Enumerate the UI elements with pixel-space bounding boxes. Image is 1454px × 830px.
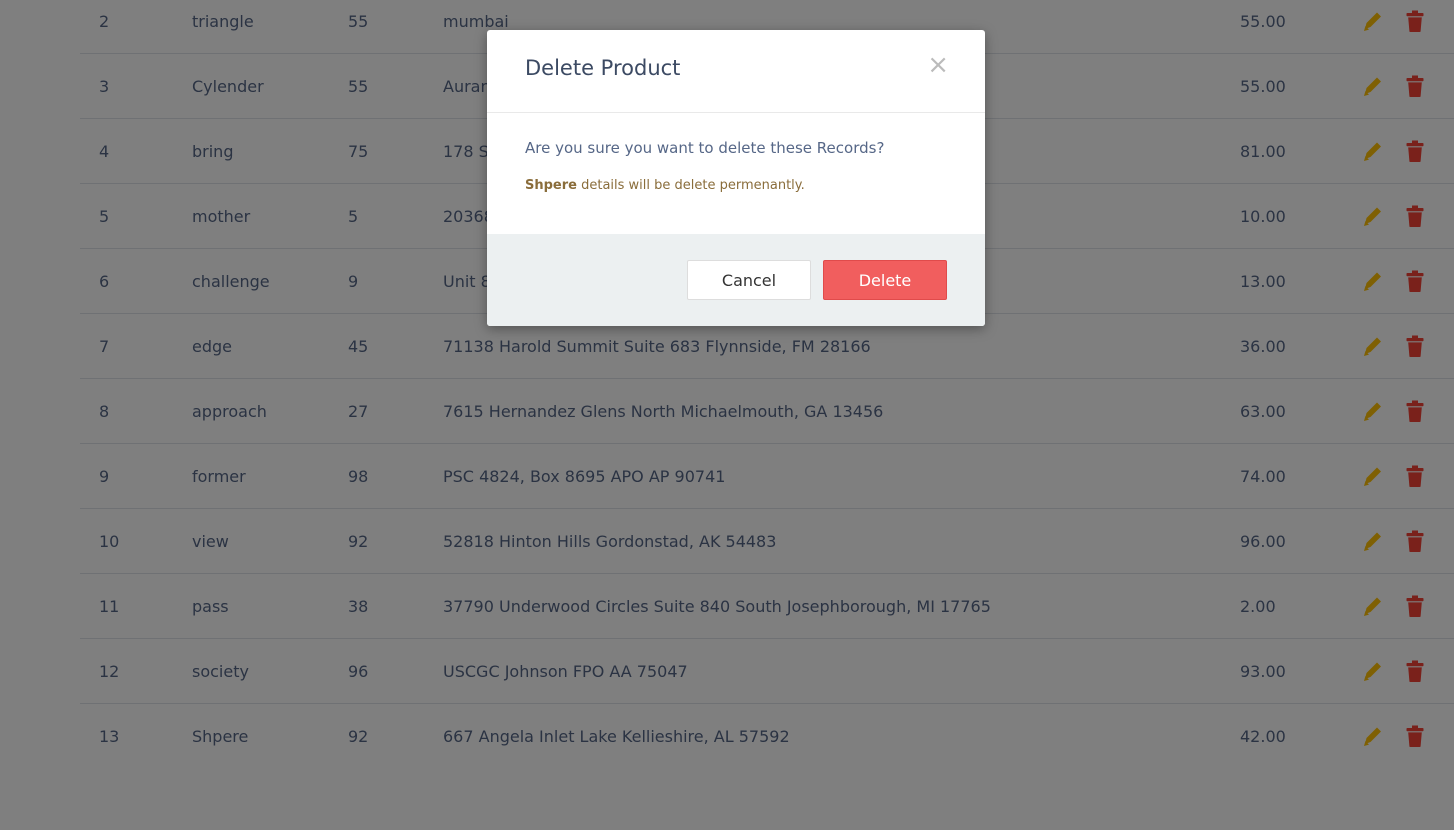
warning-item-name: Shpere: [525, 178, 577, 193]
modal-body: Are you sure you want to delete these Re…: [487, 113, 985, 234]
confirm-question: Are you sure you want to delete these Re…: [525, 139, 885, 157]
modal-header: Delete Product ×: [487, 30, 985, 113]
cancel-button[interactable]: Cancel: [687, 260, 811, 300]
close-icon[interactable]: ×: [927, 52, 949, 78]
modal-footer: Cancel Delete: [487, 234, 985, 326]
warning-text: details will be delete permenantly.: [576, 178, 805, 193]
delete-product-modal: Delete Product × Are you sure you want t…: [487, 30, 985, 326]
modal-title: Delete Product: [525, 56, 681, 80]
delete-warning: Shpere details will be delete permenantl…: [525, 178, 805, 193]
delete-button[interactable]: Delete: [823, 260, 947, 300]
